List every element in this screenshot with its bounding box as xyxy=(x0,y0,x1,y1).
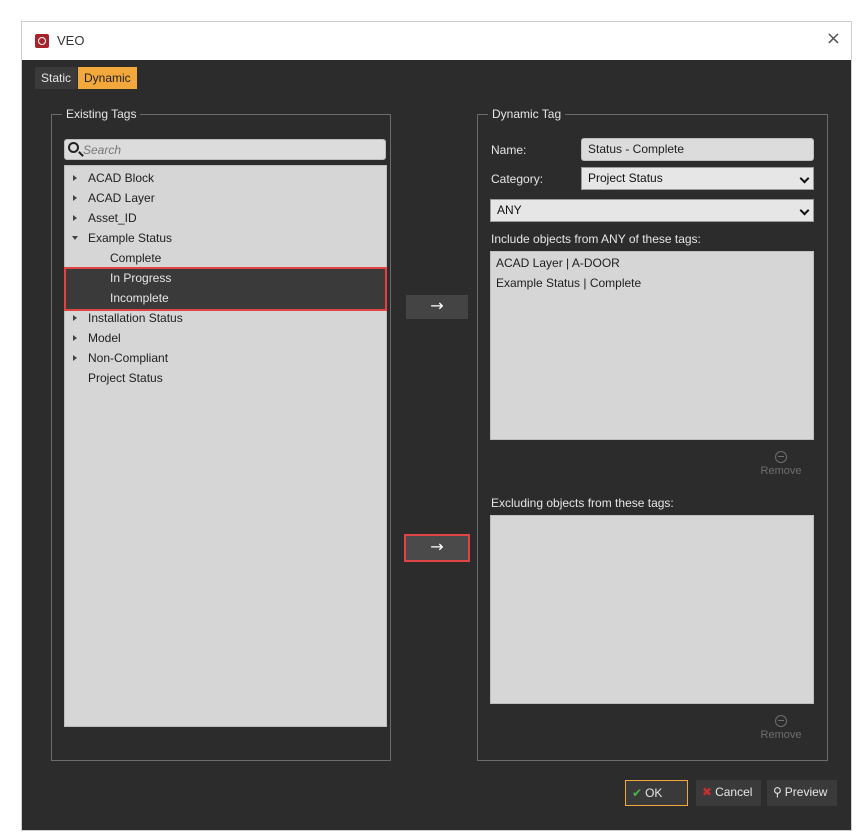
checkmark-icon: ✔ xyxy=(632,786,643,800)
expand-arrow-icon[interactable] xyxy=(73,195,77,201)
expand-arrow-icon[interactable] xyxy=(73,315,77,321)
tab-dynamic[interactable]: Dynamic xyxy=(78,67,137,89)
preview-button[interactable]: ⚲ Preview xyxy=(767,780,837,806)
minus-circle-icon xyxy=(775,715,787,727)
list-item[interactable]: ACAD Layer | A-DOOR xyxy=(496,253,620,273)
x-icon: ✖ xyxy=(702,785,713,799)
add-include-button[interactable]: → xyxy=(406,295,468,319)
remove-include-button[interactable]: Remove xyxy=(756,451,806,477)
exclude-label: Excluding objects from these tags: xyxy=(491,496,674,510)
tree-item-label: Installation Status xyxy=(88,311,183,325)
preview-label: Preview xyxy=(784,785,828,799)
cancel-button[interactable]: ✖ Cancel xyxy=(696,780,761,806)
existing-tags-group: Existing Tags ACAD Block ACAD Layer Asse… xyxy=(51,107,391,761)
dynamic-tag-group: Dynamic Tag Name: Status - Complete Cate… xyxy=(477,107,828,761)
expand-arrow-icon[interactable] xyxy=(73,355,77,361)
search-icon xyxy=(68,142,79,153)
add-exclude-button[interactable]: → xyxy=(404,534,470,562)
existing-tags-title: Existing Tags xyxy=(62,107,141,121)
category-label: Category: xyxy=(491,172,544,186)
tree-item-label: Model xyxy=(88,331,121,345)
chevron-down-icon xyxy=(799,173,810,184)
dialog-body: Static Dynamic Existing Tags ACAD Block … xyxy=(22,60,851,830)
expand-arrow-icon[interactable] xyxy=(73,175,77,181)
search-input[interactable] xyxy=(83,141,373,158)
name-label: Name: xyxy=(491,143,527,157)
dynamic-tag-title: Dynamic Tag xyxy=(488,107,566,121)
exclude-tags-list[interactable] xyxy=(490,515,814,704)
expand-arrow-icon[interactable] xyxy=(73,215,77,221)
match-mode-value: ANY xyxy=(497,203,522,217)
collapse-arrow-icon[interactable] xyxy=(72,236,78,240)
title-bar: VEO × xyxy=(22,22,851,60)
veo-logo-icon xyxy=(35,34,49,48)
window-title: VEO xyxy=(57,33,85,48)
remove-label: Remove xyxy=(760,729,802,741)
include-tags-list[interactable]: ACAD Layer | A-DOOR Example Status | Com… xyxy=(490,251,814,440)
category-select-value: Project Status xyxy=(588,171,663,185)
remove-exclude-button[interactable]: Remove xyxy=(756,715,806,741)
tree-item-label: In Progress xyxy=(110,271,172,285)
tree-item-label: ACAD Layer xyxy=(88,191,155,205)
match-mode-select[interactable]: ANY xyxy=(490,199,814,222)
remove-label: Remove xyxy=(760,465,802,477)
existing-tags-tree[interactable]: ACAD Block ACAD Layer Asset_ID Example S… xyxy=(64,165,387,727)
tree-item-label: Non-Compliant xyxy=(88,351,169,365)
minus-circle-icon xyxy=(775,451,787,463)
close-icon[interactable]: × xyxy=(826,28,841,49)
preview-search-icon: ⚲ xyxy=(773,785,782,799)
tree-item-label: Complete xyxy=(110,251,162,265)
tree-item-label: Example Status xyxy=(88,231,173,245)
ok-label: OK xyxy=(645,786,663,800)
tree-item-label: Incomplete xyxy=(110,291,169,305)
expand-arrow-icon[interactable] xyxy=(73,335,77,341)
category-select[interactable]: Project Status xyxy=(581,167,814,190)
chevron-down-icon xyxy=(799,205,810,216)
tree-item-label: Asset_ID xyxy=(88,211,137,225)
search-box[interactable] xyxy=(64,139,386,160)
tab-static[interactable]: Static xyxy=(35,67,78,89)
include-label: Include objects from ANY of these tags: xyxy=(491,232,701,246)
tree-item-label: Project Status xyxy=(88,371,163,385)
name-field[interactable]: Status - Complete xyxy=(581,138,814,161)
list-item[interactable]: Example Status | Complete xyxy=(496,273,641,293)
tree-item-label: ACAD Block xyxy=(88,171,155,185)
ok-button[interactable]: ✔ OK xyxy=(625,780,688,806)
cancel-label: Cancel xyxy=(715,785,753,799)
